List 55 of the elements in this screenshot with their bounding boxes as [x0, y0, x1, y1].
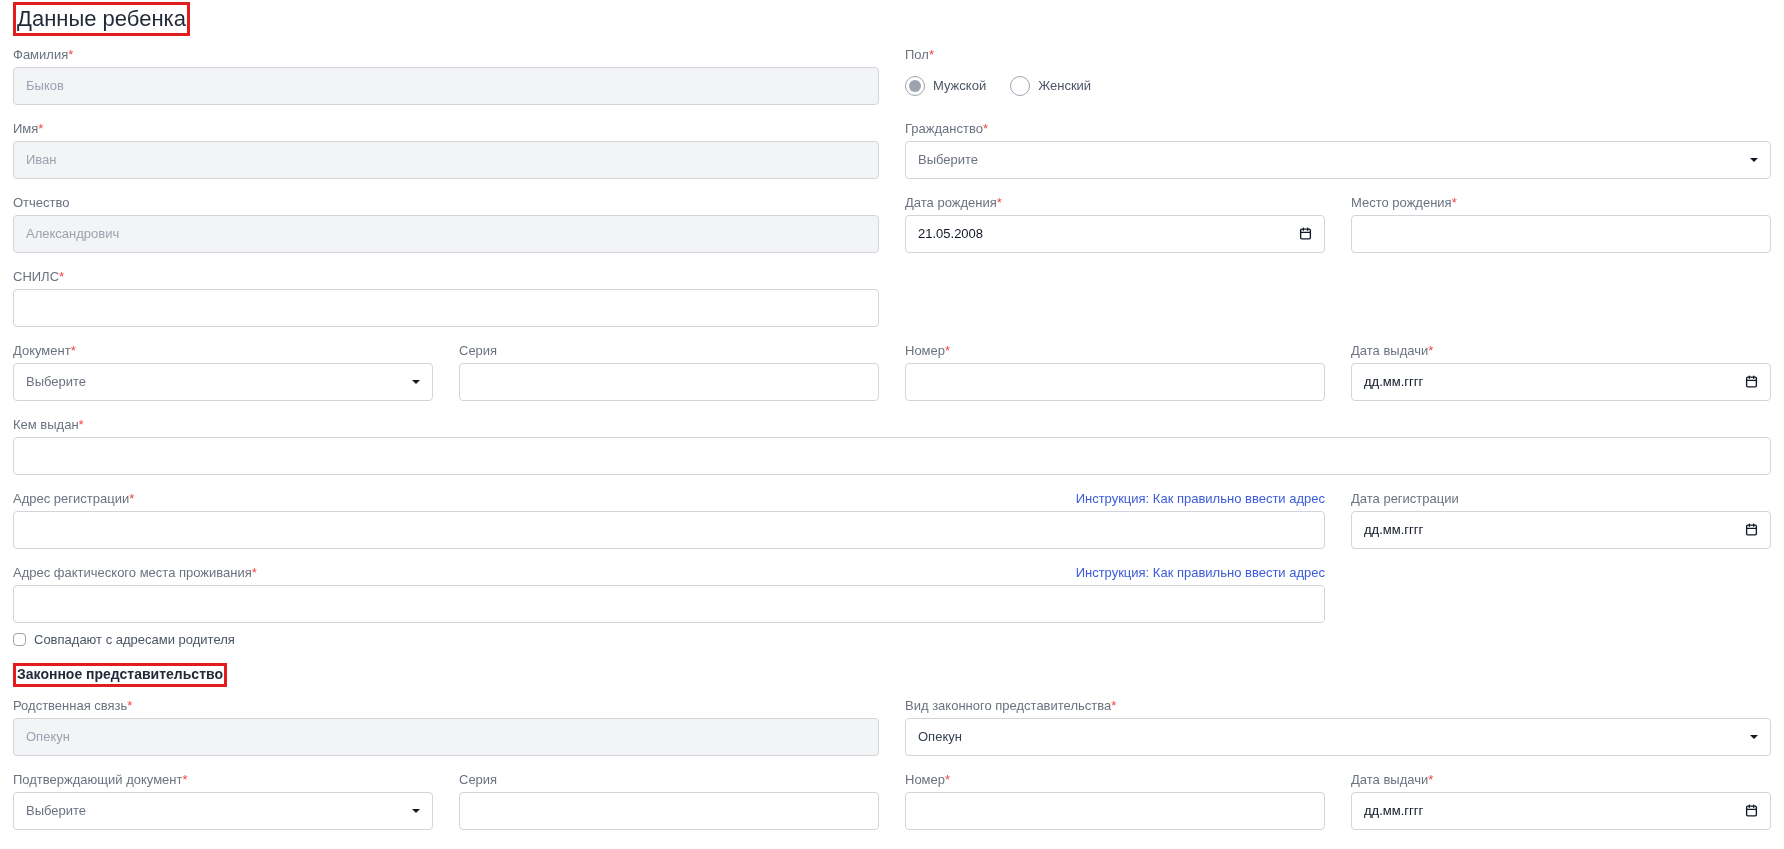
radio-option[interactable]: Женский: [1010, 75, 1092, 96]
field-label: Адрес фактического места проживания*: [13, 565, 257, 579]
select-field[interactable]: Выберите: [13, 791, 433, 830]
caret-icon: [412, 379, 420, 384]
field-label: Имя*: [13, 121, 44, 135]
date-field[interactable]: дд.мм.гггг: [1351, 362, 1771, 401]
instruction-link[interactable]: Инструкция: Как правильно ввести адрес: [1075, 565, 1325, 579]
field-label: Подтверждающий документ*: [13, 772, 188, 786]
field-label: Кем выдан*: [13, 417, 84, 431]
checkbox[interactable]: [13, 632, 26, 646]
field-label: Фамилия*: [13, 47, 74, 61]
text-field[interactable]: [13, 584, 1325, 623]
text-field[interactable]: [13, 510, 1325, 549]
instruction-link[interactable]: Инструкция: Как правильно ввести адрес: [1075, 491, 1325, 505]
text-field[interactable]: [13, 436, 1771, 475]
caret-icon: [1750, 734, 1758, 739]
field-label: Дата выдачи*: [1351, 343, 1434, 357]
field-label: Адрес регистрации*: [13, 491, 135, 505]
caret-icon: [412, 808, 420, 813]
calendar-icon: [1299, 227, 1312, 240]
calendar-icon: [1745, 804, 1758, 817]
calendar-icon: [1745, 375, 1758, 388]
text-field[interactable]: [459, 791, 879, 830]
field-label: Гражданство*: [905, 121, 988, 135]
field-label: Дата выдачи*: [1351, 772, 1434, 786]
field-label: Вид законного представительства*: [905, 698, 1117, 712]
calendar-icon: [1745, 523, 1758, 536]
section-heading: Законное представительство: [13, 663, 227, 687]
section-heading: Данные ребенка: [13, 2, 190, 36]
date-field[interactable]: дд.мм.гггг: [1351, 510, 1771, 549]
select-field[interactable]: Опекун: [905, 717, 1771, 756]
field-label: Серия: [459, 772, 498, 786]
field-label: Пол*: [905, 47, 934, 61]
checkbox-option[interactable]: Совпадают с адресами родителя: [13, 629, 1771, 649]
caret-icon: [1750, 157, 1758, 162]
text-field[interactable]: [905, 791, 1325, 830]
radio-option[interactable]: Мужской: [905, 75, 987, 96]
select-field[interactable]: Выберите: [905, 140, 1771, 179]
field-label: Дата регистрации: [1351, 491, 1459, 505]
text-field[interactable]: [1351, 214, 1771, 253]
text-field[interactable]: [905, 362, 1325, 401]
field-label: Документ*: [13, 343, 76, 357]
date-field[interactable]: дд.мм.гггг: [1351, 791, 1771, 830]
field-label: Номер*: [905, 343, 951, 357]
field-label: Дата рождения*: [905, 195, 1002, 209]
select-field[interactable]: Выберите: [13, 362, 433, 401]
field-label: СНИЛС*: [13, 269, 65, 283]
field-label: Место рождения*: [1351, 195, 1457, 209]
field-label: Номер*: [905, 772, 951, 786]
date-field[interactable]: 21.05.2008: [905, 214, 1325, 253]
field-label: Родственная связь*: [13, 698, 133, 712]
text-field[interactable]: [13, 288, 879, 327]
field-label: Серия: [459, 343, 498, 357]
field-label: Отчество: [13, 195, 70, 209]
text-field[interactable]: [459, 362, 879, 401]
